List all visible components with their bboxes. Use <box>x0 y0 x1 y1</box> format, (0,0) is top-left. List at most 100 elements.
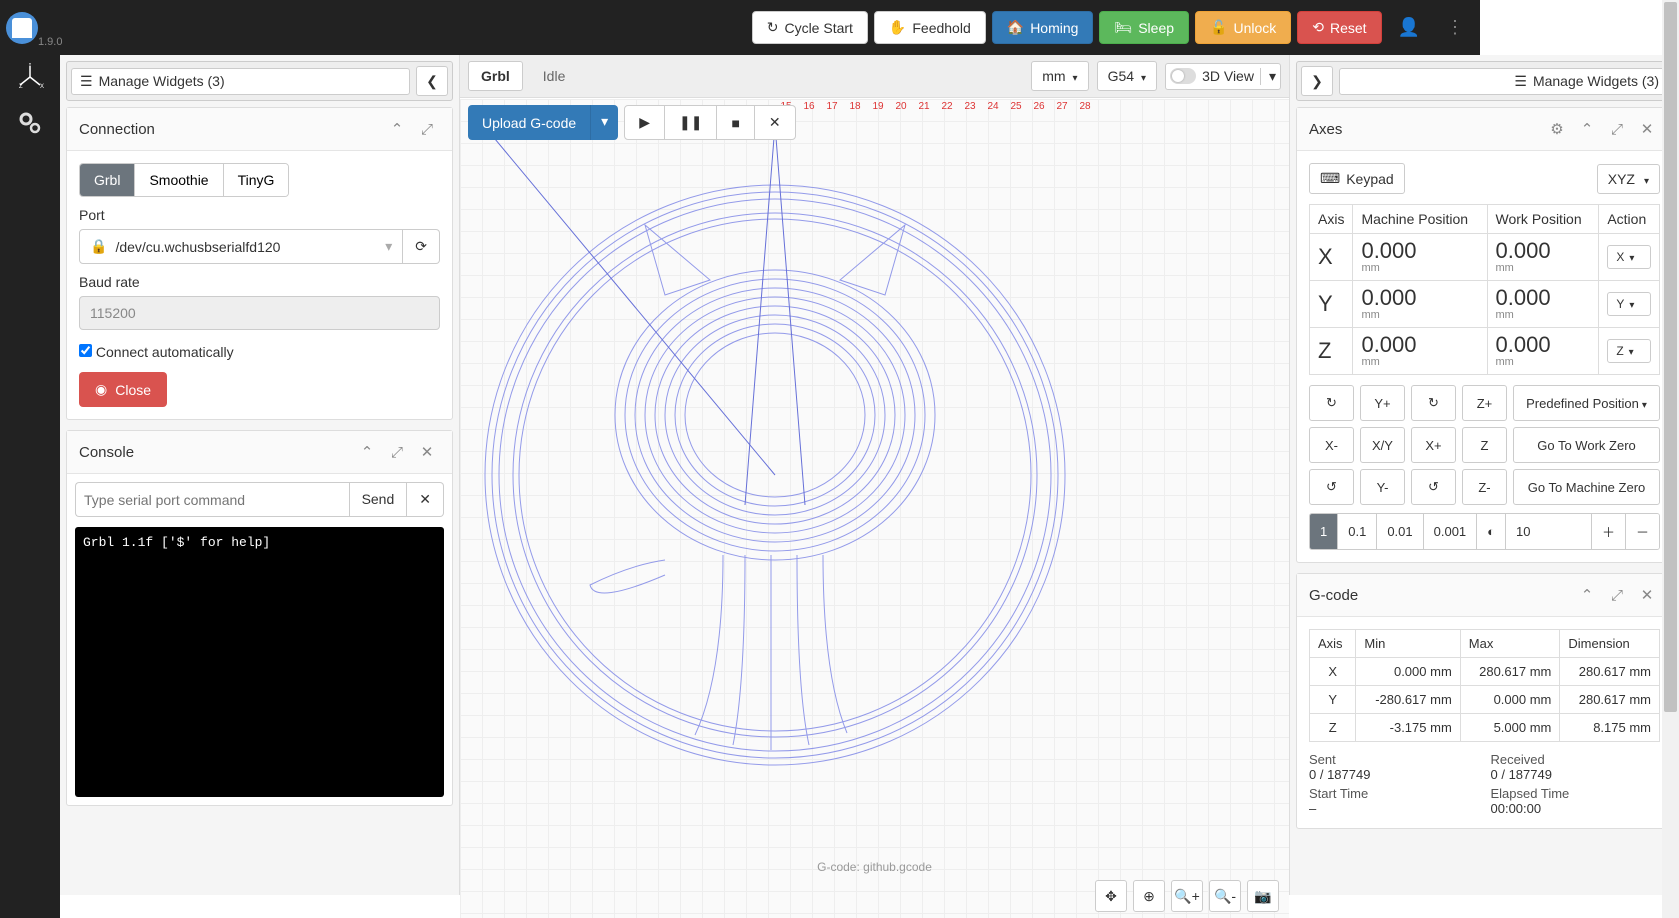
received-label: Received <box>1491 752 1661 767</box>
step-0001-button[interactable]: 0.001 <box>1424 514 1478 549</box>
connection-fullscreen-icon[interactable]: ⤢ <box>414 116 440 142</box>
play-button[interactable]: ▶ <box>625 106 665 139</box>
custom-step-value[interactable]: 10 <box>1506 514 1592 549</box>
gcode-fullscreen-icon[interactable]: ⤢ <box>1604 582 1630 608</box>
homing-button[interactable]: 🏠 Homing <box>992 11 1094 44</box>
nav-xyz-icon[interactable]: YZX <box>16 63 44 91</box>
sleep-button[interactable]: 🛏 Sleep <box>1099 11 1189 44</box>
baud-input <box>79 296 440 330</box>
menu-dots-icon[interactable]: ⋮ <box>1436 17 1474 38</box>
step-minus-button[interactable]: － <box>1626 514 1659 549</box>
upload-gcode-button[interactable]: Upload G-code <box>468 105 590 140</box>
page-scrollbar[interactable] <box>1662 0 1679 918</box>
axes-fullscreen-icon[interactable]: ⤢ <box>1604 116 1630 142</box>
keyboard-icon: ⌨ <box>1320 170 1340 187</box>
axes-settings-icon[interactable]: ⚙ <box>1544 116 1570 142</box>
reset-button[interactable]: ⟲ Reset <box>1297 11 1381 44</box>
predefined-position-button[interactable]: Predefined Position <box>1513 385 1660 421</box>
manage-widgets-left-button[interactable]: ☰ Manage Widgets (3) <box>71 68 410 95</box>
play-icon: ▶ <box>639 114 650 131</box>
port-select[interactable]: 🔒 /dev/cu.wchusbserialfd120 ▾ <box>79 229 403 264</box>
manage-widgets-right-button[interactable]: ☰ Manage Widgets (3) <box>1339 68 1668 95</box>
gcode-row-x: X0.000 mm280.617 mm280.617 mm <box>1310 658 1660 686</box>
controller-tinyg-tab[interactable]: TinyG <box>224 164 289 196</box>
gcode-row-z: Z-3.175 mm5.000 mm8.175 mm <box>1310 714 1660 742</box>
upload-gcode-dropdown[interactable]: ▾ <box>590 105 618 140</box>
jog-z-minus-button[interactable]: Z- <box>1462 469 1507 505</box>
console-fullscreen-icon[interactable]: ⤢ <box>384 439 410 465</box>
bed-icon: 🛏 <box>1114 19 1132 36</box>
console-close-icon[interactable]: ✕ <box>414 439 440 465</box>
controller-grbl-tab[interactable]: Grbl <box>80 164 135 196</box>
controller-status-label: Grbl <box>468 61 523 91</box>
step-01-button[interactable]: 0.1 <box>1338 514 1377 549</box>
collapse-left-button[interactable]: ❮ <box>416 66 448 96</box>
feedhold-button[interactable]: ✋ Feedhold <box>874 11 986 44</box>
jog-y-plus-button[interactable]: Y+ <box>1360 385 1405 421</box>
console-send-button[interactable]: Send <box>349 482 408 517</box>
jog-x-minus-button[interactable]: X- <box>1309 427 1354 463</box>
zoom-fit-button[interactable]: ⊕ <box>1133 880 1165 912</box>
connect-auto-checkbox[interactable] <box>79 344 92 357</box>
go-work-zero-button[interactable]: Go To Work Zero <box>1513 427 1660 463</box>
units-dropdown[interactable]: mm <box>1031 61 1088 91</box>
jog-y-minus-button[interactable]: Y- <box>1360 469 1405 505</box>
pause-icon: ❚❚ <box>679 114 702 131</box>
gcode-filename-label: G-code: github.gcode <box>817 860 932 874</box>
gcode-close-icon[interactable]: ✕ <box>1634 582 1660 608</box>
axis-x-action[interactable]: X <box>1607 245 1651 269</box>
controller-smoothie-tab[interactable]: Smoothie <box>135 164 223 196</box>
jog-z-plus-button[interactable]: Z+ <box>1462 385 1507 421</box>
keypad-button[interactable]: ⌨Keypad <box>1309 163 1405 194</box>
port-refresh-button[interactable]: ⟳ <box>403 229 440 264</box>
close-connection-button[interactable]: ◉ Close <box>79 372 167 407</box>
axes-collapse-icon[interactable]: ⌃ <box>1574 116 1600 142</box>
connection-collapse-icon[interactable]: ⌃ <box>384 116 410 142</box>
chevron-down-icon: ▾ <box>1260 68 1276 85</box>
console-clear-button[interactable]: ✕ <box>407 482 444 517</box>
xyz-dropdown[interactable]: XYZ <box>1597 164 1660 194</box>
wcs-dropdown[interactable]: G54 <box>1097 61 1158 91</box>
console-terminal[interactable]: Grbl 1.1f ['$' for help] <box>75 527 444 797</box>
unlock-button[interactable]: 🔓 Unlock <box>1195 11 1291 44</box>
controller-tabs: Grbl Smoothie TinyG <box>79 163 289 197</box>
app-logo[interactable] <box>6 12 38 44</box>
gcode-collapse-icon[interactable]: ⌃ <box>1574 582 1600 608</box>
view-3d-toggle[interactable]: 3D View ▾ <box>1165 63 1281 90</box>
move-tool-button[interactable]: ✥ <box>1095 880 1127 912</box>
collapse-right-button[interactable]: ❯ <box>1301 66 1333 96</box>
console-collapse-icon[interactable]: ⌃ <box>354 439 380 465</box>
pause-button[interactable]: ❚❚ <box>665 106 717 139</box>
axes-close-icon[interactable]: ✕ <box>1634 116 1660 142</box>
jog-xy-cw-button[interactable]: ↻ <box>1309 385 1354 421</box>
machine-state-label: Idle <box>531 62 578 90</box>
zoom-in-icon: 🔍+ <box>1174 888 1200 905</box>
zoom-in-button[interactable]: 🔍+ <box>1171 880 1203 912</box>
step-1-button[interactable]: 1 <box>1310 514 1338 549</box>
axis-y-action[interactable]: Y <box>1607 292 1651 316</box>
cycle-start-button[interactable]: ↻ Cycle Start <box>752 11 868 44</box>
lock-icon: 🔒 <box>90 238 107 255</box>
connection-title: Connection <box>79 121 384 138</box>
jog-z-center-button[interactable]: Z <box>1462 427 1507 463</box>
console-command-input[interactable] <box>75 482 349 517</box>
step-001-button[interactable]: 0.01 <box>1377 514 1423 549</box>
chevron-down-icon: ▾ <box>385 238 392 255</box>
step-contrast-button[interactable]: ◐ <box>1477 514 1506 549</box>
jog-xy-center-button[interactable]: X/Y <box>1360 427 1405 463</box>
jog-z-ccw-button[interactable]: ↺ <box>1411 469 1456 505</box>
step-plus-button[interactable]: ＋ <box>1592 514 1626 549</box>
camera-button[interactable]: 📷 <box>1247 880 1279 912</box>
unload-button[interactable]: ✕ <box>755 106 795 139</box>
stop-button[interactable]: ■ <box>717 106 754 139</box>
zoom-out-icon: 🔍- <box>1214 888 1236 905</box>
go-machine-zero-button[interactable]: Go To Machine Zero <box>1513 469 1660 505</box>
zoom-out-button[interactable]: 🔍- <box>1209 880 1241 912</box>
axis-z-action[interactable]: Z <box>1607 339 1651 363</box>
jog-z-cw-button[interactable]: ↻ <box>1411 385 1456 421</box>
nav-settings-icon[interactable] <box>16 109 44 137</box>
close-icon: ✕ <box>769 114 781 131</box>
jog-xy-ccw-button[interactable]: ↺ <box>1309 469 1354 505</box>
user-icon[interactable]: 👤 <box>1388 17 1430 38</box>
jog-x-plus-button[interactable]: X+ <box>1411 427 1456 463</box>
